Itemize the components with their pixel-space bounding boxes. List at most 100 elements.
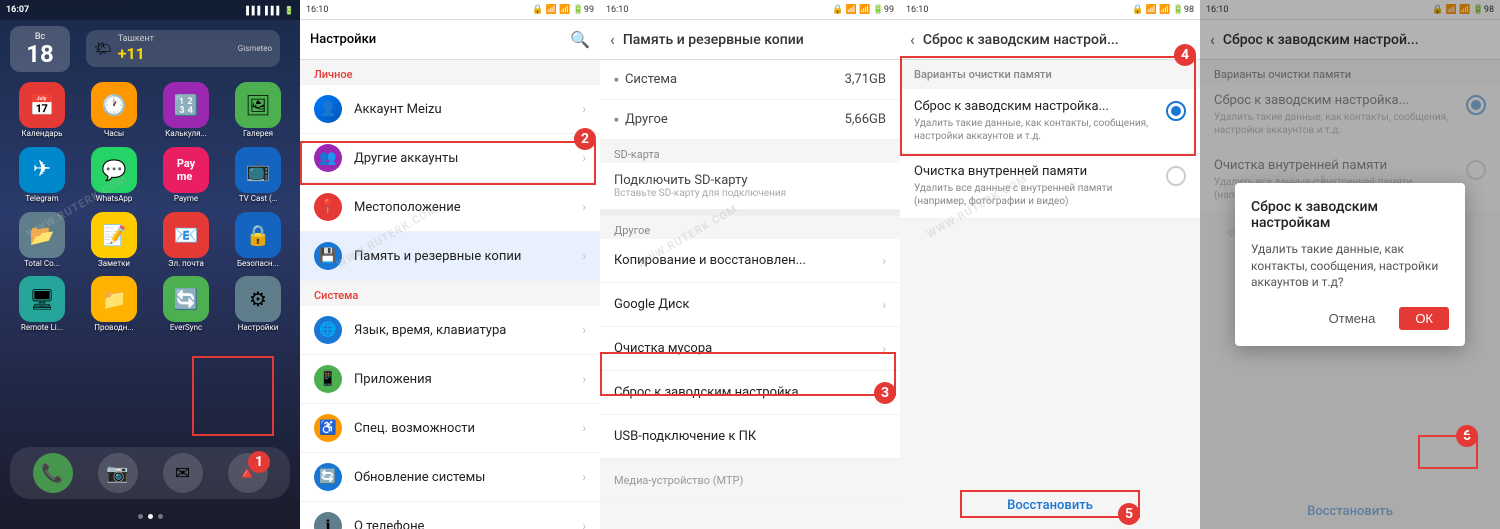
weather-widget: 🌤 Ташкент +11 Gismeteo [86,30,280,67]
reset-option-internal[interactable]: Очистка внутренней памяти Удалить все да… [900,154,1200,219]
usb-item[interactable]: USB-подключение к ПК [600,415,900,459]
sd-card-item[interactable]: Подключить SD-карту Вставьте SD-карту дл… [600,163,900,210]
step-2-badge: 2 [574,128,596,150]
settings-item-apps[interactable]: 📱 Приложения › [300,355,600,404]
memory-system: ▪ Система 3,71GB [600,60,900,100]
arrow-icon: › [582,421,586,435]
settings-item-access[interactable]: ♿ Спец. возможности › [300,404,600,453]
arrow-icon: › [582,519,586,529]
dialog-overlay: Сброс к заводским настройкам Удалить так… [1200,0,1500,529]
app-tvcast[interactable]: 📺 TV Cast (… [226,147,290,204]
home-dock: 📞 📷 ✉ 🔺 [10,447,290,499]
dock-phone[interactable]: 📞 [33,453,73,493]
calendar-widget: Вс 18 [10,26,70,72]
dialog-body: Удалить такие данные, как контакты, сооб… [1251,241,1449,291]
memory-toolbar: ‹ Память и резервные копии [600,20,900,60]
settings-item-update[interactable]: 🔄 Обновление системы › [300,453,600,502]
home-screen: 16:07 ▌▌▌ ▌▌▌ 🔋 Вс 18 🌤 Ташкент +11 Gism… [0,0,300,529]
app-clock[interactable]: 🕐 Часы [82,82,146,139]
clean-item[interactable]: Очистка мусора › [600,327,900,371]
settings-item-other-accounts[interactable]: 👥 Другие аккаунты › [300,134,600,183]
bullet-icon: ▪ [614,71,619,88]
home-battery: ▌▌▌ ▌▌▌ 🔋 [246,6,294,15]
dot-3 [158,514,163,519]
arrow-icon: › [882,342,886,356]
settings-item-memory[interactable]: 💾 Память и резервные копии › [300,232,600,281]
arrow-icon: › [882,298,886,312]
app-eversync[interactable]: 🔄 EverSync [154,276,218,333]
reset-option-factory[interactable]: Сброс к заводским настройка... Удалить т… [900,89,1200,154]
radio-inner [1171,106,1181,116]
app-folder[interactable]: 📁 Проводн... [82,276,146,333]
settings-title: Настройки [310,32,562,47]
dock-msg[interactable]: ✉ [163,453,203,493]
weather-temp: +11 [118,44,154,63]
bullet-icon: ▪ [614,111,619,128]
ok-button[interactable]: ОК [1399,307,1449,330]
arrow-icon: › [582,470,586,484]
back-arrow-icon[interactable]: ‹ [910,30,915,49]
memory-other: ▪ Другое 5,66GB [600,100,900,140]
page-dots [0,514,300,519]
step-6-badge: 6 [1456,425,1478,447]
settings-item-location[interactable]: 📍 Местоположение › [300,183,600,232]
back-arrow-icon[interactable]: ‹ [610,30,615,49]
highlight-settings [192,356,274,436]
mtp-item: Медиа-устройство (MTP) [600,459,900,503]
settings-section-personal: Личное [300,60,600,85]
app-email[interactable]: 📧 Эл. почта [154,212,218,269]
factory-reset-item[interactable]: Сброс к заводским настройка... › [600,371,900,415]
settings-item-about[interactable]: ℹ О телефоне › [300,502,600,529]
settings-panel: 16:10 🔒 📶 📶 🔋99 Настройки 🔍 Личное 👤 Акк… [300,0,600,529]
settings-time: 16:10 [306,5,328,15]
app-calendar[interactable]: 📅 Календарь [10,82,74,139]
step-5-badge: 5 [1118,503,1140,525]
reset-time: 16:10 [906,5,928,15]
settings-status-bar: 16:10 🔒 📶 📶 🔋99 [300,0,600,20]
dialog-panel: 16:10 🔒 📶 📶 🔋98 ‹ Сброс к заводским наст… [1200,0,1500,529]
reset-info: 🔒 📶 📶 🔋98 [1132,5,1194,15]
restore-button[interactable]: Восстановить [987,492,1113,519]
app-whatsapp[interactable]: 💬 WhatsApp [82,147,146,204]
home-time: 16:07 [6,5,29,15]
cancel-button[interactable]: Отмена [1321,307,1384,330]
dialog-title: Сброс к заводским настройкам [1251,199,1449,231]
settings-item-lang[interactable]: 🌐 Язык, время, клавиатура › [300,306,600,355]
backup-item[interactable]: Копирование и восстановлен... › [600,239,900,283]
confirm-dialog: Сброс к заводским настройкам Удалить так… [1235,183,1465,346]
gdrive-item[interactable]: Google Диск › [600,283,900,327]
app-totalco[interactable]: 📂 Total Co... [10,212,74,269]
dot-1 [138,514,143,519]
home-status-right: ▌▌▌ ▌▌▌ 🔋 [246,6,294,15]
memory-info: 🔒 📶 📶 🔋99 [832,5,894,15]
app-payme[interactable]: Payme Payme [154,147,218,204]
app-telegram[interactable]: ✈ Telegram [10,147,74,204]
settings-item-meizu[interactable]: 👤 Аккаунт Meizu › [300,85,600,134]
weather-city: Ташкент [118,34,154,44]
radio-internal[interactable] [1166,166,1186,186]
app-notes[interactable]: 📝 Заметки [82,212,146,269]
dock-camera[interactable]: 📷 [98,453,138,493]
settings-toolbar: Настройки 🔍 [300,20,600,60]
arrow-icon: › [582,200,586,214]
app-calc[interactable]: 🔢 Калькуля... [154,82,218,139]
step-4-badge: 4 [1174,44,1196,66]
arrow-icon: › [882,254,886,268]
memory-panel: 16:10 🔒 📶 📶 🔋99 ‹ Память и резервные коп… [600,0,900,529]
app-security[interactable]: 🔒 Безопасн... [226,212,290,269]
radio-factory[interactable] [1166,101,1186,121]
reset-title: Сброс к заводским настрой... [923,32,1190,48]
weather-provider: Gismeteo [238,44,272,53]
search-icon[interactable]: 🔍 [570,30,590,49]
home-status-bar: 16:07 ▌▌▌ ▌▌▌ 🔋 [0,0,300,20]
app-settings[interactable]: ⚙ Настройки [226,276,290,333]
memory-title: Память и резервные копии [623,32,890,48]
memory-time: 16:10 [606,5,628,15]
app-remote[interactable]: 🖥 Remote Li... [10,276,74,333]
step-3-badge: 3 [874,382,896,404]
other-header: Другое [600,216,900,239]
app-gallery[interactable]: 🖼 Галерея [226,82,290,139]
arrow-icon: › [582,151,586,165]
sd-header: SD-карта [600,140,900,163]
dialog-buttons: Отмена ОК [1251,307,1449,330]
